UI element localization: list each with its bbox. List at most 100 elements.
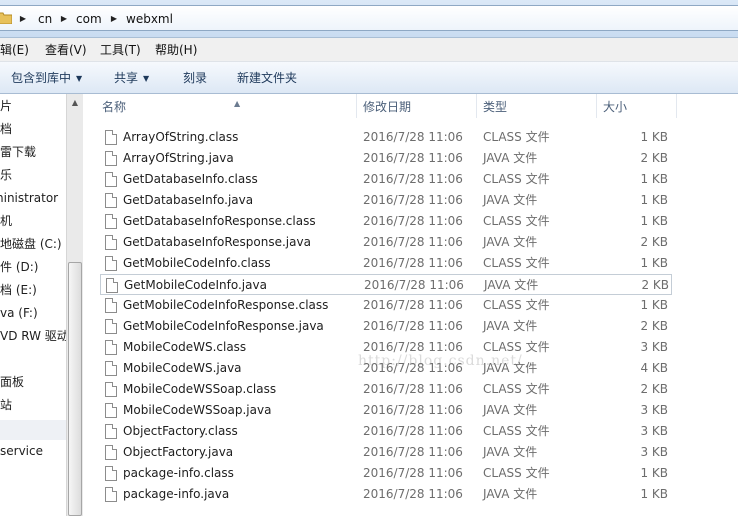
file-size: 2 KB bbox=[640, 382, 668, 396]
file-date: 2016/7/28 11:06 bbox=[363, 214, 463, 228]
table-row[interactable]: GetMobileCodeInfo.class 2016/7/28 11:06 CL… bbox=[100, 253, 672, 274]
nav-item[interactable]: VD RW 驱动 bbox=[0, 327, 66, 345]
include-in-library-label: 包含到库中 bbox=[11, 71, 72, 85]
file-type: CLASS 文件 bbox=[483, 214, 550, 228]
file-icon bbox=[105, 487, 117, 502]
file-name: GetMobileCodeInfo.java bbox=[124, 278, 267, 292]
file-size: 2 KB bbox=[640, 235, 668, 249]
file-name: MobileCodeWS.java bbox=[123, 361, 242, 375]
nav-item[interactable]: service bbox=[0, 442, 43, 460]
file-date: 2016/7/28 11:06 bbox=[363, 319, 463, 333]
nav-item[interactable]: 档 bbox=[0, 120, 12, 138]
navigation-pane: 片 档 雷下载 乐 ninistrator 机 地磁盘 (C:) 件 (D:) … bbox=[0, 94, 66, 516]
nav-item[interactable]: 片 bbox=[0, 97, 12, 115]
file-type: CLASS 文件 bbox=[483, 130, 550, 144]
file-date: 2016/7/28 11:06 bbox=[363, 403, 463, 417]
chevron-right-icon[interactable]: ▶ bbox=[59, 11, 69, 27]
table-row[interactable]: ArrayOfString.java 2016/7/28 11:06 JAVA 文件… bbox=[100, 148, 672, 169]
file-icon bbox=[105, 130, 117, 145]
table-row[interactable]: ObjectFactory.java 2016/7/28 11:06 JAVA 文件… bbox=[100, 442, 672, 463]
nav-item[interactable]: 乐 bbox=[0, 166, 12, 184]
breadcrumb[interactable]: ▶ cn ▶ com ▶ webxml bbox=[0, 5, 738, 31]
file-type: JAVA 文件 bbox=[483, 151, 538, 165]
file-type: CLASS 文件 bbox=[483, 466, 550, 480]
table-row[interactable]: GetMobileCodeInfo.java 2016/7/28 11:06 JAV… bbox=[100, 274, 672, 295]
menu-edit[interactable]: 编辑(E) bbox=[0, 42, 29, 58]
scroll-up-icon[interactable]: ▲ bbox=[67, 94, 83, 111]
nav-item[interactable]: 机 bbox=[0, 212, 12, 230]
file-icon bbox=[105, 256, 117, 271]
watermark: http://blog.csdn.net/ bbox=[358, 353, 523, 369]
new-folder-button[interactable]: 新建文件夹 bbox=[237, 70, 297, 86]
file-name: ObjectFactory.class bbox=[123, 424, 238, 438]
file-size: 2 KB bbox=[640, 319, 668, 333]
nav-item[interactable]: va (F:) bbox=[0, 304, 38, 322]
file-type: JAVA 文件 bbox=[483, 445, 538, 459]
file-icon bbox=[105, 445, 117, 460]
table-row[interactable]: ArrayOfString.class 2016/7/28 11:06 CLASS … bbox=[100, 127, 672, 148]
table-row[interactable]: GetMobileCodeInfoResponse.java 2016/7/28 … bbox=[100, 316, 672, 337]
table-row[interactable]: GetMobileCodeInfoResponse.class 2016/7/28… bbox=[100, 295, 672, 316]
file-date: 2016/7/28 11:06 bbox=[364, 278, 464, 292]
chevron-right-icon[interactable]: ▶ bbox=[109, 11, 119, 27]
file-size: 3 KB bbox=[640, 340, 668, 354]
file-icon bbox=[105, 319, 117, 334]
share-button[interactable]: 共享 ▼ bbox=[114, 70, 149, 86]
nav-item[interactable]: 雷下载 bbox=[0, 143, 36, 161]
file-size: 2 KB bbox=[641, 278, 669, 292]
menu-tools[interactable]: 工具(T) bbox=[100, 42, 141, 58]
menu-view[interactable]: 查看(V) bbox=[45, 42, 87, 58]
table-row[interactable]: MobileCodeWSSoap.class 2016/7/28 11:06 CLA… bbox=[100, 379, 672, 400]
table-row[interactable]: GetDatabaseInfo.class 2016/7/28 11:06 CLAS… bbox=[100, 169, 672, 190]
table-row[interactable]: GetDatabaseInfoResponse.class 2016/7/28 1… bbox=[100, 211, 672, 232]
nav-item[interactable]: 档 (E:) bbox=[0, 281, 37, 299]
file-name: package-info.class bbox=[123, 466, 234, 480]
file-icon bbox=[105, 193, 117, 208]
file-icon bbox=[106, 278, 118, 293]
file-size: 1 KB bbox=[640, 172, 668, 186]
file-size: 3 KB bbox=[640, 424, 668, 438]
column-header-date[interactable]: 修改日期 bbox=[357, 94, 477, 118]
file-date: 2016/7/28 11:06 bbox=[363, 130, 463, 144]
include-in-library-button[interactable]: 包含到库中 ▼ bbox=[11, 70, 82, 86]
table-row[interactable]: GetDatabaseInfo.java 2016/7/28 11:06 JAVA … bbox=[100, 190, 672, 211]
chevron-right-icon[interactable]: ▶ bbox=[18, 11, 28, 27]
file-list: 名称 ▲ 修改日期 类型 大小 ArrayOfString.class 2016/… bbox=[83, 94, 738, 516]
file-name: ArrayOfString.class bbox=[123, 130, 239, 144]
file-type: JAVA 文件 bbox=[483, 319, 538, 333]
file-type: CLASS 文件 bbox=[483, 298, 550, 312]
file-icon bbox=[105, 403, 117, 418]
file-date: 2016/7/28 11:06 bbox=[363, 298, 463, 312]
nav-item[interactable]: 面板 bbox=[0, 373, 24, 391]
breadcrumb-item[interactable]: com bbox=[76, 11, 102, 27]
file-date: 2016/7/28 11:06 bbox=[363, 235, 463, 249]
column-header-size[interactable]: 大小 bbox=[597, 94, 677, 118]
column-header-name[interactable]: 名称 ▲ bbox=[96, 94, 357, 118]
table-row[interactable]: MobileCodeWSSoap.java 2016/7/28 11:06 JAVA… bbox=[100, 400, 672, 421]
file-name: GetMobileCodeInfo.class bbox=[123, 256, 271, 270]
table-row[interactable]: GetDatabaseInfoResponse.java 2016/7/28 11… bbox=[100, 232, 672, 253]
file-name: package-info.java bbox=[123, 487, 230, 501]
scrollbar-thumb[interactable] bbox=[68, 262, 82, 516]
chevron-down-icon: ▼ bbox=[76, 74, 83, 83]
file-name: GetDatabaseInfo.java bbox=[123, 193, 254, 207]
breadcrumb-item[interactable]: cn bbox=[38, 11, 52, 27]
file-date: 2016/7/28 11:06 bbox=[363, 172, 463, 186]
breadcrumb-item[interactable]: webxml bbox=[126, 11, 173, 27]
menu-help[interactable]: 帮助(H) bbox=[155, 42, 197, 58]
file-type: CLASS 文件 bbox=[483, 256, 550, 270]
file-size: 3 KB bbox=[640, 403, 668, 417]
folder-icon bbox=[0, 12, 12, 24]
nav-item[interactable]: 地磁盘 (C:) bbox=[0, 235, 62, 253]
table-row[interactable]: ObjectFactory.class 2016/7/28 11:06 CLASS … bbox=[100, 421, 672, 442]
nav-item[interactable]: 件 (D:) bbox=[0, 258, 38, 276]
column-header-type[interactable]: 类型 bbox=[477, 94, 597, 118]
nav-item[interactable]: 站 bbox=[0, 396, 12, 414]
file-icon bbox=[105, 382, 117, 397]
table-row[interactable]: package-info.java 2016/7/28 11:06 JAVA 文件 1… bbox=[100, 484, 672, 505]
table-row[interactable]: package-info.class 2016/7/28 11:06 CLASS 文… bbox=[100, 463, 672, 484]
nav-item[interactable]: ninistrator bbox=[0, 189, 58, 207]
burn-button[interactable]: 刻录 bbox=[183, 70, 207, 86]
nav-scrollbar[interactable]: ▲ bbox=[66, 94, 83, 516]
file-size: 2 KB bbox=[640, 151, 668, 165]
